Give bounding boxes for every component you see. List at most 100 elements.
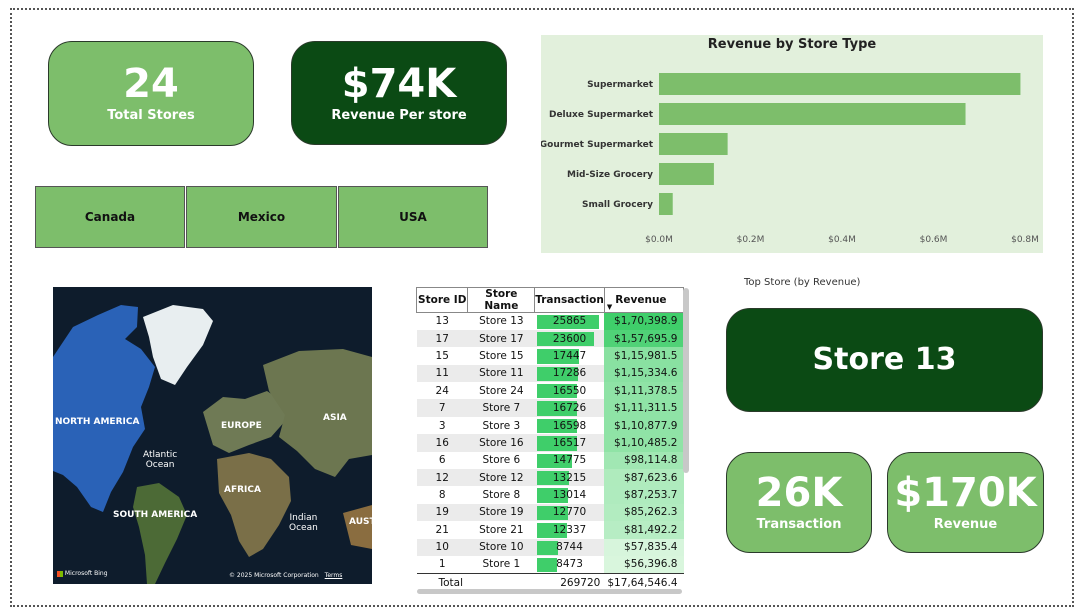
africa-shape [217, 453, 291, 557]
cell-revenue: $87,623.6 [604, 469, 684, 487]
total-stores-card[interactable]: 24 Total Stores [48, 41, 254, 146]
slicer-mexico[interactable]: Mexico [186, 186, 337, 248]
col-store-name[interactable]: Store Name [467, 287, 536, 313]
transaction-card[interactable]: 26K Transaction [726, 452, 872, 553]
bar-chart-svg: Supermarket Deluxe Supermarket Gourmet Sup… [541, 73, 1039, 245]
bar[interactable] [659, 73, 1021, 95]
transaction-bar [536, 557, 557, 572]
total-stores-value: 24 [123, 61, 179, 107]
cell-store-name: Store 12 [467, 469, 535, 487]
cell-transaction: 16598 [534, 416, 605, 435]
cell-transaction: 17286 [534, 364, 605, 383]
map-land-svg [53, 305, 372, 584]
cell-transaction: 17447 [534, 347, 605, 365]
x-tick-label: $0.2M [737, 235, 765, 245]
table-row[interactable]: 24 Store 24 16550 $1,11,378.5 [416, 382, 684, 400]
bar[interactable] [659, 133, 728, 155]
col-store-id[interactable]: Store ID [415, 287, 469, 313]
sort-desc-icon[interactable]: ▼ [607, 303, 612, 311]
table-row[interactable]: 6 Store 6 14775 $98,114.8 [416, 451, 684, 470]
table-row[interactable]: 15 Store 15 17447 $1,15,981.5 [416, 347, 684, 365]
terms-link[interactable]: Terms [325, 572, 343, 579]
revenue-value: $170K [894, 470, 1037, 516]
cell-store-id: 12 [416, 469, 468, 487]
south-america-shape [133, 483, 187, 584]
cell-store-name: Store 21 [467, 521, 535, 539]
revenue-by-store-type-chart[interactable]: Revenue by Store Type Supermarket Deluxe … [541, 35, 1043, 253]
category-label: Deluxe Supermarket [549, 110, 654, 120]
cell-store-id: 16 [416, 434, 468, 452]
table-row[interactable]: 21 Store 21 12337 $81,492.2 [416, 521, 684, 539]
cell-store-name: Store 10 [467, 538, 535, 556]
table-row[interactable]: 1 Store 1 8473 $56,396.8 [416, 555, 684, 574]
table-vertical-scrollbar[interactable] [683, 288, 689, 473]
cell-transaction: 13014 [534, 486, 605, 504]
col-revenue-label: Revenue [615, 294, 667, 306]
cell-store-id: 21 [416, 521, 468, 539]
north-america-highlight [53, 305, 155, 512]
top-store-card[interactable]: Store 13 [726, 308, 1043, 412]
cell-store-name: Store 7 [467, 399, 535, 417]
bar[interactable] [659, 193, 673, 215]
cell-revenue: $1,15,334.6 [604, 364, 684, 383]
cell-store-name: Store 8 [467, 486, 535, 504]
slicer-usa[interactable]: USA [338, 186, 488, 248]
bar[interactable] [659, 103, 966, 125]
revenue-card[interactable]: $170K Revenue [887, 452, 1044, 553]
top-store-value: Store 13 [812, 342, 957, 377]
table-row[interactable]: 19 Store 19 12770 $85,262.3 [416, 503, 684, 522]
table-row[interactable]: 10 Store 10 8744 $57,835.4 [416, 538, 684, 556]
cell-transaction: 8473 [534, 555, 605, 574]
cell-store-id: 1 [416, 555, 468, 574]
cell-revenue: $1,11,378.5 [604, 382, 684, 400]
transaction-value: 16550 [552, 384, 587, 397]
revenue-per-store-label: Revenue Per store [331, 107, 467, 123]
cell-transaction: 14775 [534, 451, 605, 470]
slicer-canada[interactable]: Canada [35, 186, 185, 248]
table-row[interactable]: 8 Store 8 13014 $87,253.7 [416, 486, 684, 504]
transaction-value: 17286 [552, 367, 587, 380]
cell-transaction: 13215 [534, 469, 605, 487]
transaction-value: 12337 [552, 523, 587, 536]
table-row[interactable]: 12 Store 12 13215 $87,623.6 [416, 469, 684, 487]
label-europe: EUROPE [221, 421, 262, 431]
cell-store-id: 13 [416, 312, 468, 330]
col-transaction[interactable]: Transaction [534, 287, 605, 313]
cell-store-name: Store 6 [467, 451, 535, 470]
cell-revenue: $1,70,398.9 [604, 312, 684, 330]
transaction-value: 25865 [552, 315, 587, 328]
table-row[interactable]: 13 Store 13 25865 $1,70,398.9 [416, 312, 684, 330]
cell-transaction: 12770 [534, 503, 605, 522]
bing-text: Microsoft Bing [64, 570, 108, 577]
cell-store-name: Store 16 [467, 434, 535, 452]
cell-revenue: $81,492.2 [604, 521, 684, 539]
bar[interactable] [659, 163, 714, 185]
cell-revenue: $1,15,981.5 [604, 347, 684, 365]
cell-revenue: $85,262.3 [604, 503, 684, 522]
table-row[interactable]: 16 Store 16 16517 $1,10,485.2 [416, 434, 684, 452]
transaction-value: 8744 [556, 541, 583, 554]
label-atlantic: Atlantic Ocean [143, 450, 178, 471]
table-horizontal-scrollbar[interactable] [417, 589, 682, 594]
label-north-america: NORTH AMERICA [55, 417, 140, 427]
table-row[interactable]: 3 Store 3 16598 $1,10,877.9 [416, 416, 684, 435]
revenue-per-store-value: $74K [341, 60, 457, 107]
transaction-value: 26K [755, 470, 843, 516]
table-row[interactable]: 11 Store 11 17286 $1,15,334.6 [416, 364, 684, 383]
cell-revenue: $57,835.4 [604, 538, 684, 556]
label-asia: ASIA [323, 413, 347, 423]
cell-store-name: Store 1 [467, 555, 535, 574]
table-row[interactable]: 7 Store 7 16726 $1,11,311.5 [416, 399, 684, 417]
cell-transaction: 16550 [534, 382, 605, 400]
transaction-label: Transaction [756, 517, 842, 532]
slicer-canada-label: Canada [84, 210, 136, 224]
category-label: Small Grocery [582, 200, 653, 210]
store-table-grid: Store ID Store Name Transaction Revenue … [415, 287, 685, 592]
table-row[interactable]: 17 Store 17 23600 $1,57,695.9 [416, 329, 684, 348]
cell-store-id: 8 [416, 486, 468, 504]
revenue-per-store-card[interactable]: $74K Revenue Per store [291, 41, 507, 145]
store-table[interactable]: Store ID Store Name Transaction Revenue … [415, 287, 685, 592]
col-revenue[interactable]: Revenue ▼ [603, 287, 685, 313]
label-indian: Indian Ocean [289, 513, 318, 534]
world-map[interactable]: NORTH AMERICA EUROPE ASIA Atlantic Ocean … [53, 287, 372, 584]
